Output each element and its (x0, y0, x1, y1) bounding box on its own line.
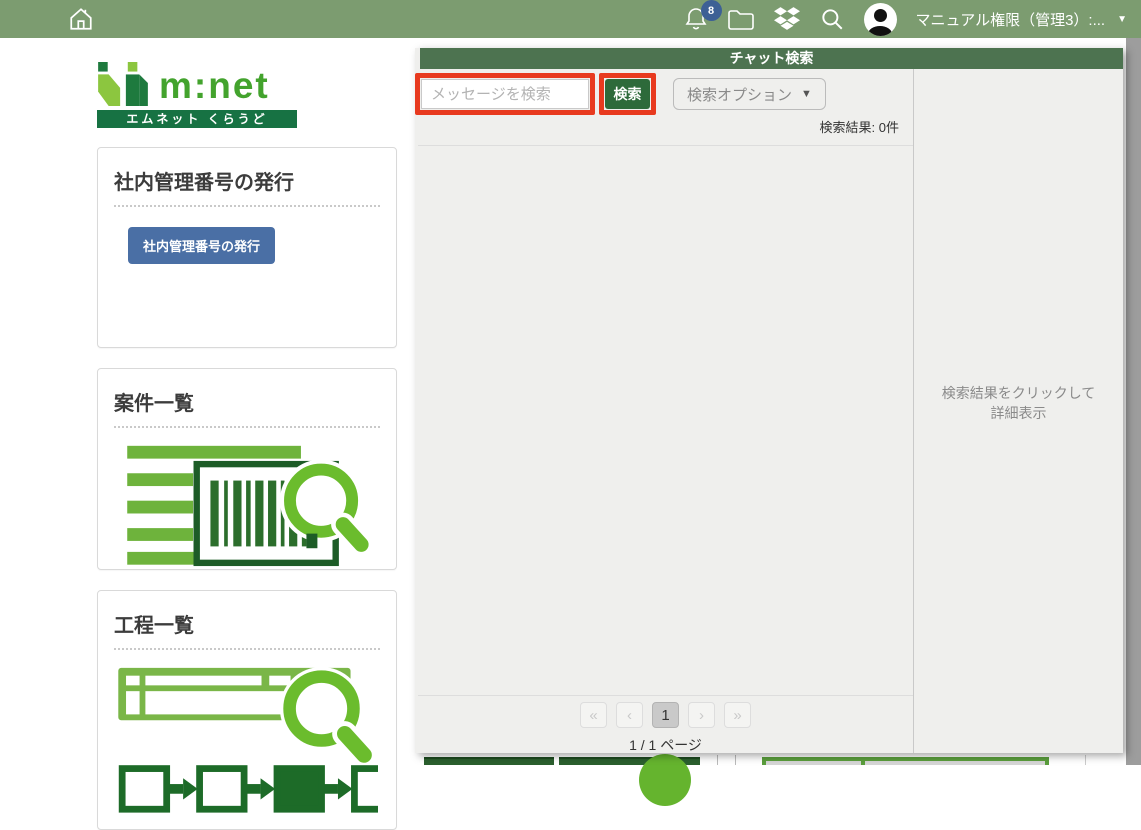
chevron-down-icon: ▼ (801, 88, 812, 100)
divider (114, 648, 380, 650)
pagination-last-button[interactable]: » (724, 702, 751, 728)
pagination-page-1-button[interactable]: 1 (652, 702, 679, 728)
user-menu[interactable]: マニュアル権限（管理3）:... ▼ (916, 9, 1127, 30)
clipped-content-circle (639, 754, 691, 806)
issue-internal-number-button[interactable]: 社内管理番号の発行 (128, 227, 275, 264)
pagination: « ‹ 1 › » 1 / 1 ページ (418, 695, 913, 755)
search-options-button[interactable]: 検索オプション ▼ (673, 78, 826, 110)
divider (418, 145, 913, 146)
divider (114, 205, 380, 207)
search-options-label: 検索オプション (687, 84, 792, 105)
card-title: 社内管理番号の発行 (114, 166, 380, 195)
notification-badge: 8 (701, 0, 722, 21)
pagination-first-button[interactable]: « (580, 702, 607, 728)
divider (114, 426, 380, 428)
logo-brand-text: m:net (159, 66, 270, 106)
results-count: 検索結果: 0件 (820, 117, 899, 136)
pagination-prev-button[interactable]: ‹ (616, 702, 643, 728)
card-project-list: 案件一覧 (97, 368, 397, 570)
process-list-flow-icon[interactable] (116, 666, 378, 816)
chevron-down-icon: ▼ (1117, 14, 1127, 25)
clipped-content-line (1085, 755, 1086, 765)
user-label: マニュアル権限（管理3）:... (916, 9, 1106, 30)
clipped-content-line (735, 755, 736, 765)
search-icon[interactable] (819, 6, 845, 32)
notifications-bell-icon[interactable]: 8 (684, 6, 708, 32)
folder-icon[interactable] (727, 7, 755, 31)
search-submit-button[interactable]: 検索 (605, 79, 650, 109)
top-navbar: 8 マニュアル権限（管理3）:... (0, 0, 1141, 38)
detail-hint: 検索結果をクリックして 詳細表示 (914, 383, 1123, 423)
annotation-highlight-input (415, 73, 595, 115)
clipped-content-line (717, 755, 718, 765)
annotation-highlight-button: 検索 (599, 73, 656, 115)
menu-hamburger-icon[interactable] (16, 10, 44, 28)
project-list-barcode-icon[interactable] (116, 444, 378, 572)
page-background-strip (1126, 38, 1141, 765)
dropbox-icon[interactable] (774, 7, 800, 31)
message-search-input[interactable] (421, 79, 589, 109)
pagination-next-button[interactable]: › (688, 702, 715, 728)
card-title: 工程一覧 (114, 609, 380, 638)
card-title: 案件一覧 (114, 387, 380, 416)
logo-m-mark (97, 62, 149, 106)
app-logo[interactable]: m:net エムネット くらうど (97, 62, 297, 128)
chat-search-panel: チャット検索 検索 検索オプション ▼ 検索結果: 0件 « ‹ 1 › » 1… (415, 48, 1123, 753)
home-icon[interactable] (68, 6, 94, 32)
logo-subtitle: エムネット くらうど (97, 110, 297, 128)
panel-title: チャット検索 (420, 48, 1123, 69)
card-process-list: 工程一覧 (97, 590, 397, 830)
card-internal-number: 社内管理番号の発行 社内管理番号の発行 (97, 147, 397, 348)
user-avatar[interactable] (864, 3, 897, 36)
clipped-content-box (762, 757, 1049, 765)
clipped-content-bar (424, 757, 554, 765)
page-summary: 1 / 1 ページ (418, 735, 913, 755)
